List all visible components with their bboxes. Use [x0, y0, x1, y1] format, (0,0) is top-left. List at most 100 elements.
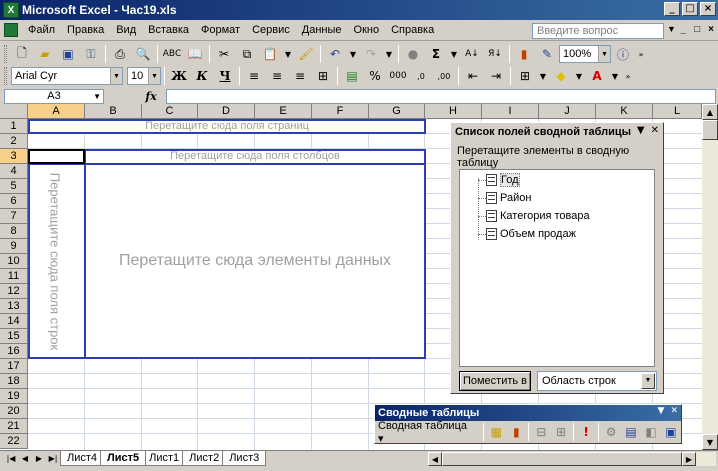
- area-select[interactable]: Область строк ▼: [537, 371, 657, 391]
- chevron-down-icon[interactable]: ▼: [93, 90, 101, 103]
- toolbar-options-icon[interactable]: ▼: [658, 406, 665, 416]
- help-icon[interactable]: ⓘ: [612, 44, 634, 64]
- tab-sheet2[interactable]: Лист2: [182, 451, 227, 466]
- print-preview-icon[interactable]: 🔍: [132, 44, 154, 64]
- panel-menu-icon[interactable]: ▼: [637, 125, 645, 136]
- column-header-a[interactable]: A: [28, 104, 85, 119]
- menu-window[interactable]: Окно: [348, 24, 386, 36]
- doc-restore-button[interactable]: □: [694, 24, 700, 35]
- scroll-down-icon[interactable]: ▼: [702, 434, 718, 450]
- column-header-i[interactable]: I: [482, 104, 539, 119]
- column-header-j[interactable]: J: [539, 104, 596, 119]
- toolbar-close-icon[interactable]: ✕: [670, 406, 678, 416]
- row-header-19[interactable]: 19: [0, 389, 28, 404]
- align-center-icon[interactable]: ≡: [266, 66, 288, 86]
- row-header-22[interactable]: 22: [0, 434, 28, 449]
- percent-button[interactable]: %: [364, 66, 386, 86]
- pivot-table-menu[interactable]: Сводная таблица ▾: [378, 420, 475, 445]
- row-header-18[interactable]: 18: [0, 374, 28, 389]
- column-header-f[interactable]: F: [312, 104, 369, 119]
- doc-close-button[interactable]: ×: [708, 24, 714, 35]
- sort-ascending-icon[interactable]: A↓: [461, 44, 483, 64]
- chevron-down-icon[interactable]: ▼: [641, 373, 655, 389]
- chevron-down-icon[interactable]: ▼: [110, 68, 122, 84]
- row-header-16[interactable]: 16: [0, 344, 28, 359]
- borders-icon[interactable]: ⊞: [514, 66, 536, 86]
- italic-button[interactable]: К: [191, 66, 213, 86]
- chart-wizard-icon[interactable]: ▮: [513, 44, 535, 64]
- underline-button[interactable]: Ч: [214, 66, 236, 86]
- panel-close-icon[interactable]: ✕: [651, 125, 659, 136]
- paste-icon[interactable]: 📋: [259, 44, 281, 64]
- menu-insert[interactable]: Вставка: [142, 24, 195, 36]
- save-icon[interactable]: ▣: [57, 44, 79, 64]
- first-sheet-icon[interactable]: |◀: [4, 454, 18, 463]
- thousands-button[interactable]: 000: [387, 66, 409, 86]
- select-all-button[interactable]: [0, 104, 28, 119]
- chevron-down-icon[interactable]: ▼: [598, 46, 610, 62]
- insert-function-button[interactable]: fx: [136, 90, 166, 103]
- row-header-3[interactable]: 3: [0, 149, 28, 164]
- column-header-g[interactable]: G: [369, 104, 425, 119]
- vertical-scroll-thumb[interactable]: [702, 120, 718, 140]
- row-header-11[interactable]: 11: [0, 269, 28, 284]
- row-header-8[interactable]: 8: [0, 224, 28, 239]
- next-sheet-icon[interactable]: ▶: [32, 454, 46, 463]
- row-header-2[interactable]: 2: [0, 134, 28, 149]
- chevron-down-icon[interactable]: ▼: [667, 24, 676, 34]
- row-header-6[interactable]: 6: [0, 194, 28, 209]
- decrease-decimal-icon[interactable]: ,00: [433, 66, 455, 86]
- scroll-up-icon[interactable]: ▲: [702, 104, 718, 120]
- fill-color-icon[interactable]: ◆: [550, 66, 572, 86]
- chevron-down-icon[interactable]: ▼: [609, 66, 621, 86]
- merge-center-icon[interactable]: ⊞: [312, 66, 334, 86]
- menu-data[interactable]: Данные: [296, 24, 348, 36]
- field-item-sales[interactable]: Объем продаж: [478, 226, 576, 242]
- chevron-down-icon[interactable]: ▼: [448, 44, 460, 64]
- row-header-12[interactable]: 12: [0, 284, 28, 299]
- redo-icon[interactable]: ↷: [360, 44, 382, 64]
- increase-decimal-icon[interactable]: ,0: [410, 66, 432, 86]
- tab-sheet3[interactable]: Лист3: [222, 451, 267, 466]
- always-display-items-icon[interactable]: ▣: [661, 422, 681, 442]
- menu-edit[interactable]: Правка: [61, 24, 110, 36]
- research-icon[interactable]: 📖: [184, 44, 206, 64]
- column-header-k[interactable]: K: [596, 104, 653, 119]
- currency-icon[interactable]: ▤: [341, 66, 363, 86]
- column-header-c[interactable]: C: [142, 104, 198, 119]
- name-box[interactable]: A3 ▼: [4, 88, 104, 104]
- row-header-15[interactable]: 15: [0, 329, 28, 344]
- menu-format[interactable]: Формат: [195, 24, 246, 36]
- column-header-d[interactable]: D: [198, 104, 255, 119]
- row-header-20[interactable]: 20: [0, 404, 28, 419]
- close-button[interactable]: ×: [700, 2, 716, 16]
- chevron-down-icon[interactable]: ▼: [148, 68, 160, 84]
- increase-indent-icon[interactable]: ⇥: [485, 66, 507, 86]
- sort-descending-icon[interactable]: Я↓: [484, 44, 506, 64]
- toolbar-options-icon[interactable]: »: [622, 66, 634, 86]
- horizontal-scroll-thumb[interactable]: [442, 452, 682, 466]
- bold-button[interactable]: Ж: [168, 66, 190, 86]
- active-cell-a3[interactable]: [28, 149, 85, 164]
- print-icon[interactable]: ⎙: [109, 44, 131, 64]
- chevron-down-icon[interactable]: ▼: [383, 44, 395, 64]
- column-header-h[interactable]: H: [425, 104, 482, 119]
- open-folder-icon[interactable]: ▰: [34, 44, 56, 64]
- chevron-down-icon[interactable]: ▼: [573, 66, 585, 86]
- format-painter-icon[interactable]: 🖌: [295, 44, 317, 64]
- format-report-icon[interactable]: ▦: [486, 422, 506, 442]
- doc-minimize-button[interactable]: _: [681, 24, 687, 35]
- menu-file[interactable]: Файл: [22, 24, 61, 36]
- tab-sheet4[interactable]: Лист4: [60, 451, 105, 466]
- cut-icon[interactable]: ✂: [213, 44, 235, 64]
- place-in-button[interactable]: Поместить в: [459, 371, 531, 391]
- row-header-10[interactable]: 10: [0, 254, 28, 269]
- menu-help[interactable]: Справка: [385, 24, 440, 36]
- show-field-list-icon[interactable]: ▤: [621, 422, 641, 442]
- horizontal-scrollbar[interactable]: ◀ ▶: [428, 452, 716, 466]
- row-header-14[interactable]: 14: [0, 314, 28, 329]
- scroll-left-icon[interactable]: ◀: [428, 452, 442, 466]
- refresh-data-icon[interactable]: !: [576, 422, 596, 442]
- vertical-scrollbar[interactable]: ▲ ▼: [702, 104, 718, 450]
- maximize-button[interactable]: □: [682, 2, 698, 16]
